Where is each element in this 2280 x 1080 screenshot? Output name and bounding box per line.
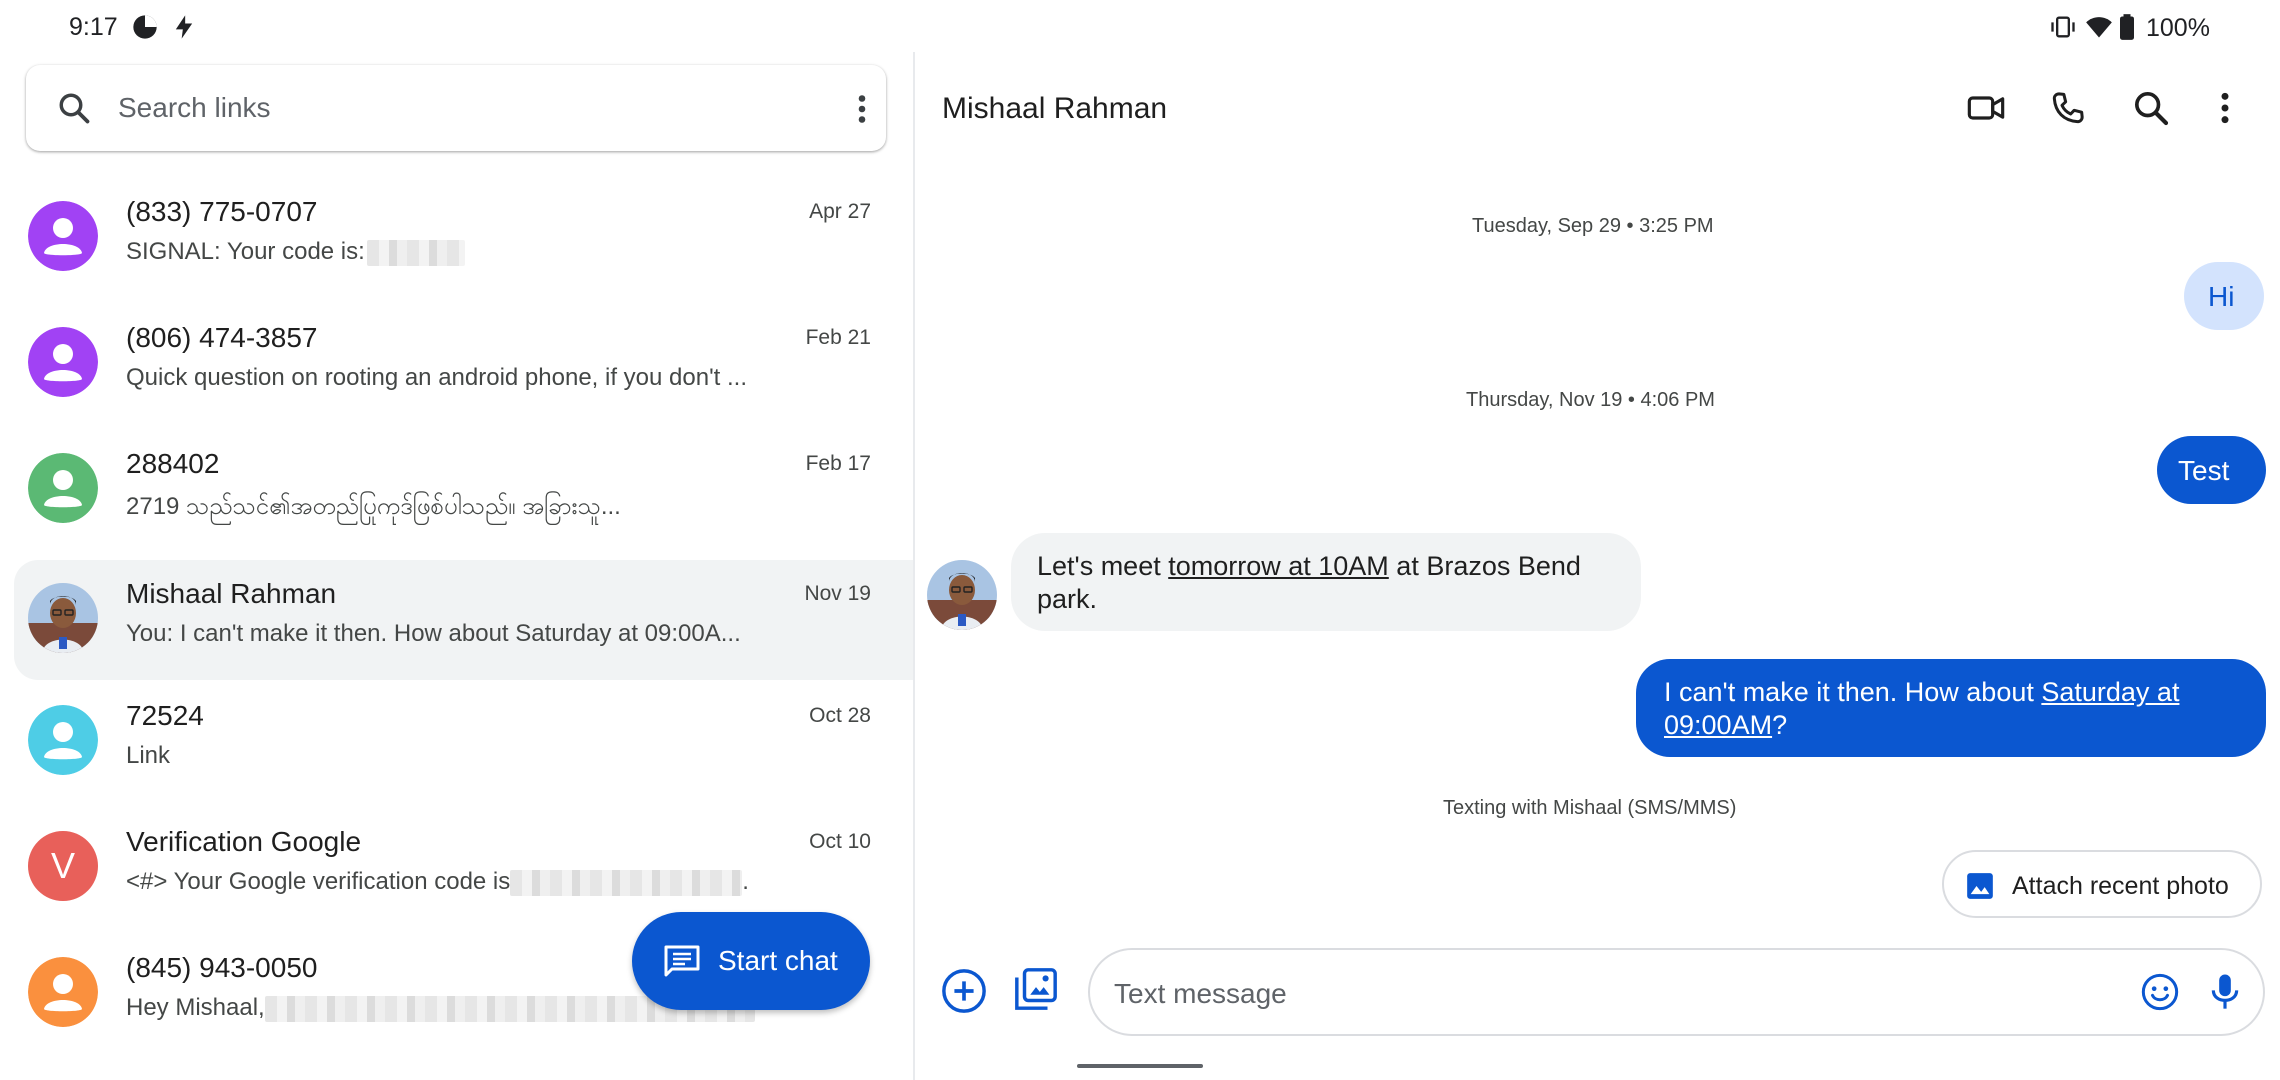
avatar	[28, 453, 98, 523]
conversation-item[interactable]: 288402 2719 သည်သင်၏အတည်ပြုကုဒ်ဖြစ်ပါသည်။…	[14, 430, 913, 550]
conversation-list-pane: Search links (833) 775-0707 SIGNAL: Your…	[0, 0, 913, 1080]
message-text: Let's meet tomorrow at 10AM at Brazos Be…	[1037, 551, 1581, 614]
chat-title: Mishaal Rahman	[942, 92, 1168, 125]
outgoing-message[interactable]: Hi	[2184, 262, 2264, 330]
conversation-preview: Link	[126, 742, 171, 769]
conversation-name: (845) 943-0050	[126, 952, 318, 983]
message-text: Hi	[2208, 281, 2235, 312]
person-icon	[28, 453, 98, 523]
more-options-icon[interactable]	[844, 91, 880, 127]
message-timestamp: Thursday, Nov 19 • 4:06 PM	[1466, 389, 1715, 411]
avatar: V	[28, 831, 98, 901]
redacted-text	[366, 239, 465, 266]
conversation-date: Oct 28	[809, 704, 871, 727]
conversation-preview: Quick question on rooting an android pho…	[126, 364, 747, 391]
person-icon	[28, 957, 98, 1027]
avatar	[28, 957, 98, 1027]
conversation-item[interactable]: 72524 Link Oct 28	[14, 682, 913, 802]
person-icon	[28, 201, 98, 271]
conversation-item-selected[interactable]: Mishaal Rahman You: I can't make it then…	[14, 560, 913, 680]
conversation-name: Verification Google	[126, 826, 362, 857]
conversation-preview: SIGNAL: Your code is:	[126, 238, 776, 266]
person-icon	[28, 327, 98, 397]
redacted-text	[510, 869, 743, 896]
conversation-name: (833) 775-0707	[126, 196, 318, 227]
search-input[interactable]: Search links	[118, 92, 271, 124]
avatar	[28, 201, 98, 271]
conversation-date: Feb 17	[805, 452, 871, 475]
attach-recent-photo-button[interactable]: Attach recent photo	[1942, 850, 2262, 918]
compose-field[interactable]: Text message	[1088, 948, 2265, 1036]
outgoing-message[interactable]: Test	[2157, 436, 2266, 504]
conversation-date: Feb 21	[805, 326, 871, 349]
message-timestamp: Tuesday, Sep 29 • 3:25 PM	[1472, 215, 1714, 237]
conversation-item[interactable]: V Verification Google <#> Your Google ve…	[14, 808, 913, 928]
outgoing-message[interactable]: I can't make it then. How about Saturday…	[1636, 659, 2266, 757]
incoming-message[interactable]: Let's meet tomorrow at 10AM at Brazos Be…	[1011, 533, 1641, 631]
phone-icon[interactable]	[2048, 88, 2088, 128]
start-chat-label: Start chat	[718, 945, 838, 976]
person-icon	[28, 705, 98, 775]
gesture-nav-handle[interactable]	[1077, 1064, 1203, 1068]
attach-recent-label: Attach recent photo	[2012, 872, 2229, 900]
conversation-item[interactable]: (833) 775-0707 SIGNAL: Your code is: Apr…	[14, 178, 913, 298]
gallery-camera-icon[interactable]	[1013, 966, 1059, 1012]
conversation-name: 288402	[126, 448, 220, 479]
chat-icon	[664, 945, 700, 977]
conversation-preview: <#> Your Google verification code is.	[126, 868, 749, 896]
conversation-date: Nov 19	[804, 582, 871, 605]
message-text: Test	[2178, 455, 2230, 486]
avatar	[28, 583, 98, 653]
conversation-name: (806) 474-3857	[126, 322, 318, 353]
conversation-date: Apr 27	[809, 200, 871, 223]
conversation-preview: You: I can't make it then. How about Sat…	[126, 620, 741, 647]
conversation-date: Oct 10	[809, 830, 871, 853]
search-bar[interactable]: Search links	[26, 65, 886, 151]
add-circle-icon[interactable]	[941, 968, 987, 1014]
microphone-icon[interactable]	[2207, 972, 2243, 1012]
avatar	[28, 327, 98, 397]
conversation-name: 72524	[126, 700, 204, 731]
texting-with-label: Texting with Mishaal (SMS/MMS)	[1443, 797, 1737, 819]
video-call-icon[interactable]	[1966, 88, 2006, 128]
compose-input[interactable]: Text message	[1114, 978, 1287, 1010]
avatar	[28, 705, 98, 775]
conversation-name: Mishaal Rahman	[126, 578, 337, 609]
chat-pane: Mishaal Rahman Tuesday, Sep 29 • 3:25 PM…	[915, 0, 2280, 1080]
search-icon	[59, 93, 90, 124]
search-icon[interactable]	[2131, 88, 2171, 128]
conversation-item[interactable]: (806) 474-3857 Quick question on rooting…	[14, 304, 913, 424]
avatar-letter: V	[50, 845, 75, 886]
image-icon	[1967, 873, 1993, 899]
more-options-icon[interactable]	[2205, 88, 2245, 128]
contact-photo	[28, 583, 98, 653]
contact-avatar	[927, 560, 997, 630]
conversation-preview: 2719 သည်သင်၏အတည်ပြုကုဒ်ဖြစ်ပါသည်။ အခြားသ…	[126, 493, 621, 520]
date-link[interactable]: tomorrow at 10AM	[1168, 551, 1389, 581]
message-text: I can't make it then. How about Saturday…	[1664, 677, 2180, 740]
start-chat-button[interactable]: Start chat	[632, 912, 870, 1010]
emoji-icon[interactable]	[2140, 972, 2180, 1012]
